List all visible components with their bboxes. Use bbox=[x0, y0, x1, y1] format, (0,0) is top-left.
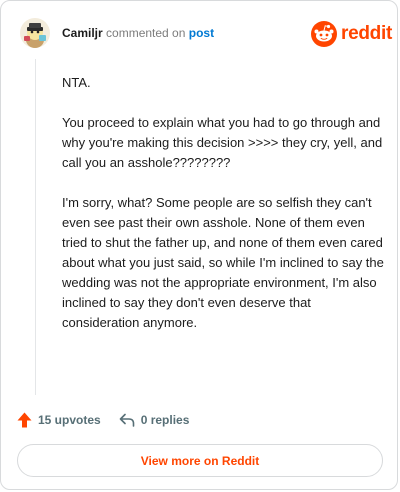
replies-count: 0 replies bbox=[140, 413, 190, 427]
comment-paragraph: I'm sorry, what? Some people are so self… bbox=[62, 195, 384, 330]
username-link[interactable]: Camiljr bbox=[62, 26, 103, 40]
user-avatar-icon[interactable] bbox=[20, 18, 50, 48]
upvote-count: 15 upvotes bbox=[38, 413, 101, 427]
upvote-button[interactable]: 15 upvotes bbox=[17, 412, 101, 428]
comment-embed-card: Camiljr commented on post reddit NTA. Yo… bbox=[0, 0, 398, 490]
commented-on-text: commented on bbox=[106, 26, 186, 40]
post-link[interactable]: post bbox=[189, 26, 214, 40]
comment-header: Camiljr commented on post bbox=[62, 26, 214, 40]
reply-arrow-icon bbox=[119, 413, 135, 427]
view-more-button[interactable]: View more on Reddit bbox=[17, 444, 383, 477]
reddit-logo[interactable]: reddit bbox=[311, 21, 392, 47]
reddit-snoo-icon bbox=[311, 21, 337, 47]
comment-actions: 15 upvotes 0 replies bbox=[17, 410, 189, 430]
upvote-arrow-icon bbox=[17, 412, 32, 428]
comment-paragraph: NTA. bbox=[62, 75, 91, 90]
reddit-wordmark: reddit bbox=[341, 23, 392, 44]
comment-body: NTA. You proceed to explain what you had… bbox=[62, 73, 387, 353]
thread-line bbox=[35, 59, 36, 395]
replies-button[interactable]: 0 replies bbox=[119, 413, 190, 427]
comment-paragraph: You proceed to explain what you had to g… bbox=[62, 115, 383, 170]
